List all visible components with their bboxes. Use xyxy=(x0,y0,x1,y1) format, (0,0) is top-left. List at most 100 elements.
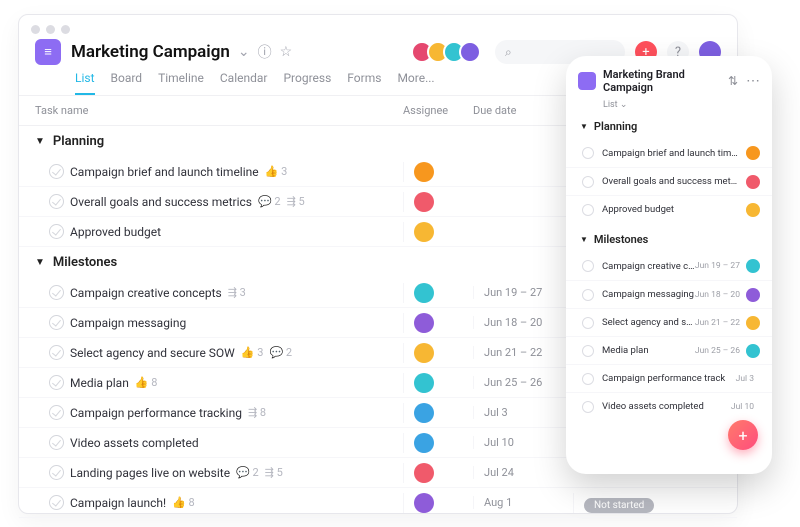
subtask-icon[interactable]: ⇶ 5 xyxy=(287,195,305,208)
comment-icon[interactable]: 💬 2 xyxy=(236,466,259,479)
info-icon[interactable]: ⓘ xyxy=(258,42,272,62)
assignee-avatar[interactable] xyxy=(414,192,434,212)
assignee-avatar[interactable] xyxy=(414,373,434,393)
assignee-avatar[interactable] xyxy=(746,344,760,358)
complete-toggle[interactable] xyxy=(49,405,64,420)
filter-icon[interactable]: ⇅ xyxy=(728,74,738,88)
complete-toggle[interactable] xyxy=(49,164,64,179)
subtask-icon[interactable]: ⇶ 8 xyxy=(248,406,266,419)
due-date[interactable]: Jun 18 – 20 xyxy=(473,316,573,329)
mobile-project-icon xyxy=(578,72,596,90)
complete-toggle[interactable] xyxy=(582,204,594,216)
mobile-task-row[interactable]: Campaign messagingJun 18 – 20 xyxy=(566,280,772,308)
tab-list[interactable]: List xyxy=(75,71,95,95)
complete-toggle[interactable] xyxy=(49,285,64,300)
assignee-avatar[interactable] xyxy=(746,288,760,302)
task-title: Video assets completed xyxy=(70,436,199,450)
complete-toggle[interactable] xyxy=(49,194,64,209)
mobile-section-header[interactable]: ▼Planning xyxy=(566,110,772,139)
subtask-icon[interactable]: ⇶ 5 xyxy=(265,466,283,479)
complete-toggle[interactable] xyxy=(49,315,64,330)
traffic-light-close[interactable] xyxy=(31,25,40,34)
complete-toggle[interactable] xyxy=(582,147,594,159)
due-date[interactable]: Jul 3 xyxy=(473,406,573,419)
task-row[interactable]: Campaign launch!👍 8Aug 1Not started xyxy=(19,488,737,518)
comment-icon[interactable]: 💬 2 xyxy=(258,195,281,208)
mobile-task-row[interactable]: Campaign creative concJun 19 – 27 xyxy=(566,252,772,280)
chevron-down-icon[interactable]: ⌄ xyxy=(238,44,250,60)
complete-toggle[interactable] xyxy=(49,495,64,510)
tab-progress[interactable]: Progress xyxy=(283,71,331,95)
like-icon[interactable]: 👍 3 xyxy=(241,346,264,359)
tab-board[interactable]: Board xyxy=(111,71,143,95)
traffic-light-max[interactable] xyxy=(61,25,70,34)
assignee-avatar[interactable] xyxy=(414,403,434,423)
assignee-avatar[interactable] xyxy=(414,283,434,303)
like-icon[interactable]: 👍 8 xyxy=(135,376,158,389)
complete-toggle[interactable] xyxy=(49,345,64,360)
mobile-task-row[interactable]: Select agency and secJun 21 – 22 xyxy=(566,308,772,336)
due-date[interactable]: Jul 10 xyxy=(473,436,573,449)
complete-toggle[interactable] xyxy=(582,373,594,385)
chevron-down-icon: ▼ xyxy=(580,122,588,131)
assignee-avatar[interactable] xyxy=(414,313,434,333)
due-date[interactable]: Jun 19 – 27 xyxy=(473,286,573,299)
complete-toggle[interactable] xyxy=(582,345,594,357)
complete-toggle[interactable] xyxy=(49,435,64,450)
complete-toggle[interactable] xyxy=(582,317,594,329)
due-date[interactable]: Jul 24 xyxy=(473,466,573,479)
task-title: Campaign creative concepts xyxy=(70,286,222,300)
assignee-avatar[interactable] xyxy=(746,203,760,217)
assignee-avatar[interactable] xyxy=(414,343,434,363)
due-date[interactable]: Jun 21 – 22 xyxy=(473,346,573,359)
tab-forms[interactable]: Forms xyxy=(347,71,381,95)
complete-toggle[interactable] xyxy=(49,224,64,239)
mobile-section-header[interactable]: ▼Milestones xyxy=(566,223,772,252)
like-icon[interactable]: 👍 8 xyxy=(172,496,195,509)
task-title: Campaign performance track xyxy=(602,373,736,384)
subtask-icon[interactable]: ⇶ 3 xyxy=(228,286,246,299)
mobile-task-row[interactable]: Approved budget xyxy=(566,195,772,223)
assignee-avatar[interactable] xyxy=(746,146,760,160)
star-icon[interactable]: ☆ xyxy=(280,44,293,60)
due-date[interactable]: Jun 25 – 26 xyxy=(473,376,573,389)
assignee-avatar[interactable] xyxy=(414,463,434,483)
assignee-avatar[interactable] xyxy=(746,175,760,189)
assignee-avatar[interactable] xyxy=(746,259,760,273)
comment-icon[interactable]: 💬 2 xyxy=(269,346,292,359)
complete-toggle[interactable] xyxy=(49,465,64,480)
traffic-light-min[interactable] xyxy=(46,25,55,34)
mobile-task-row[interactable]: Campaign performance trackJul 3 xyxy=(566,364,772,392)
task-title: Video assets completed xyxy=(602,401,731,412)
mobile-task-row[interactable]: Video assets completedJul 10 xyxy=(566,392,772,420)
assignee-avatar[interactable] xyxy=(746,316,760,330)
due-date[interactable]: Aug 1 xyxy=(473,496,573,509)
tab-more[interactable]: More... xyxy=(397,71,434,95)
complete-toggle[interactable] xyxy=(49,375,64,390)
status-pill[interactable]: Not started xyxy=(584,498,654,513)
assignee-avatar[interactable] xyxy=(414,493,434,513)
task-title: Campaign brief and launch timeline xyxy=(70,165,259,179)
tab-calendar[interactable]: Calendar xyxy=(220,71,268,95)
mobile-task-row[interactable]: Campaign brief and launch timeline xyxy=(566,139,772,167)
assignee-avatar[interactable] xyxy=(414,433,434,453)
task-title: Select agency and sec xyxy=(602,317,695,328)
task-title: Campaign performance tracking xyxy=(70,406,242,420)
col-assignee: Assignee xyxy=(403,96,473,125)
task-title: Media plan xyxy=(602,345,695,356)
mobile-task-row[interactable]: Overall goals and success metrics xyxy=(566,167,772,195)
header-avatars[interactable] xyxy=(417,41,481,63)
assignee-avatar[interactable] xyxy=(414,222,434,242)
like-icon[interactable]: 👍 3 xyxy=(265,165,288,178)
mobile-view-label[interactable]: List ⌄ xyxy=(566,100,772,110)
more-icon[interactable]: ⋯ xyxy=(746,73,760,89)
complete-toggle[interactable] xyxy=(582,176,594,188)
complete-toggle[interactable] xyxy=(582,289,594,301)
tab-timeline[interactable]: Timeline xyxy=(158,71,204,95)
complete-toggle[interactable] xyxy=(582,401,594,413)
mobile-task-row[interactable]: Media planJun 25 – 26 xyxy=(566,336,772,364)
complete-toggle[interactable] xyxy=(582,260,594,272)
assignee-avatar[interactable] xyxy=(414,162,434,182)
avatar[interactable] xyxy=(459,41,481,63)
mobile-fab[interactable]: + xyxy=(728,420,758,450)
